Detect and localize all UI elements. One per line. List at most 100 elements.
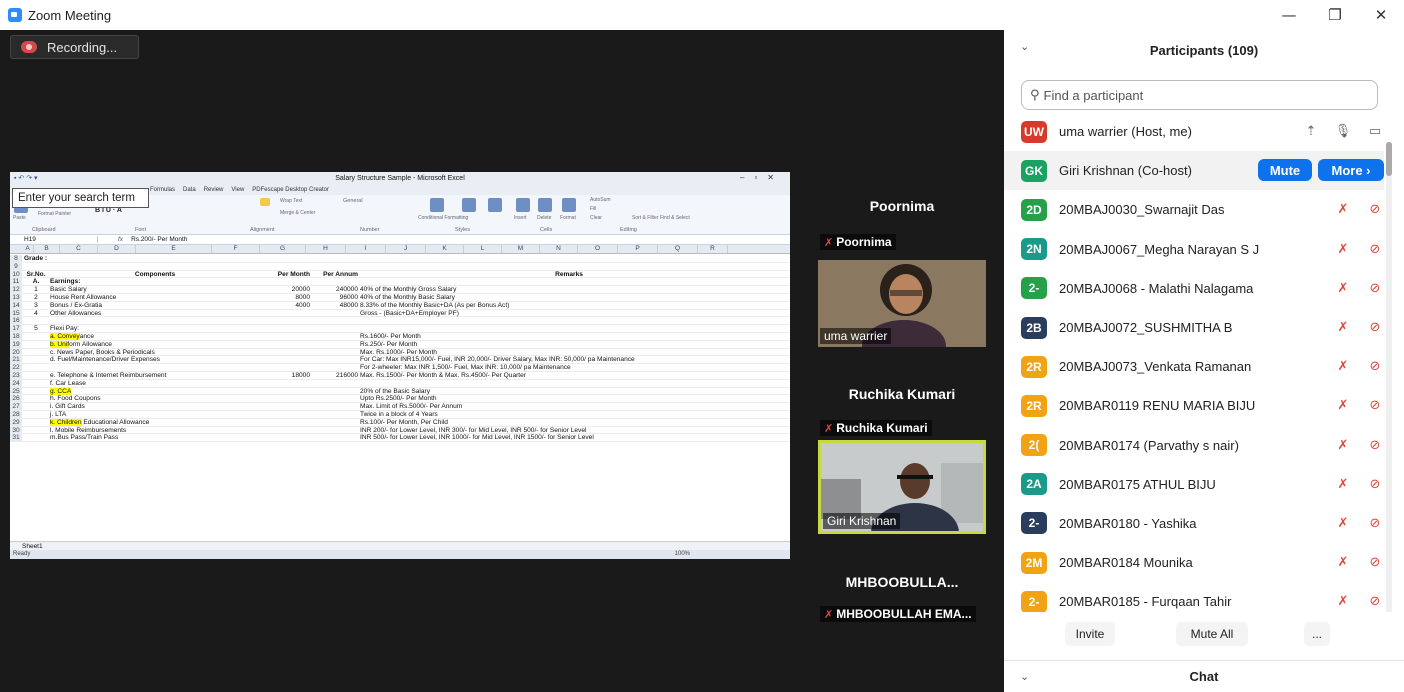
tab-pdfescape[interactable]: PDFescape Desktop Creator <box>252 187 329 193</box>
delete-cells-icon[interactable] <box>538 198 552 212</box>
sheet-cell[interactable] <box>22 372 48 379</box>
share-icon[interactable]: ⇡ <box>1302 123 1320 139</box>
sheet-cell[interactable] <box>48 317 260 324</box>
sheet-cell[interactable]: INR 200/- for Lower Level, INR 300/- for… <box>358 427 778 434</box>
sheet-cell[interactable]: Per Annum <box>310 271 358 278</box>
sheet-cell[interactable]: 4 <box>22 310 48 317</box>
column-header[interactable]: R <box>698 245 728 253</box>
sheet-cell[interactable] <box>260 278 310 285</box>
chevron-down-icon[interactable]: ⌄ <box>1020 40 1029 53</box>
sheet-row[interactable]: 27 i. Gift Cards Max. Limit of Rs.5000/- P… <box>10 403 790 411</box>
sheet-cell[interactable] <box>260 255 310 262</box>
tab-formulas[interactable]: Formulas <box>150 187 175 193</box>
sheet-row[interactable]: 18 a. Conveyance Rs.1600/- Per Month <box>10 332 790 341</box>
participant-row[interactable]: 2R 20MBAJ0073_Venkata Ramanan ✗ ⊘ <box>1004 347 1384 386</box>
column-header[interactable]: L <box>464 245 502 253</box>
sheet-cell[interactable]: INR 500/- for Lower Level, INR 1000/- fo… <box>358 434 778 441</box>
column-header[interactable]: B <box>34 245 60 253</box>
sheet-cell[interactable]: For Car: Max INR15,000/- Fuel, INR 20,00… <box>358 356 778 363</box>
sheet-cell[interactable] <box>310 263 358 270</box>
sheet-cell[interactable]: Rs.100/- Per Month, Per Child <box>358 419 778 426</box>
sheet-cell[interactable] <box>22 419 48 426</box>
recording-indicator[interactable]: Recording... <box>10 35 139 59</box>
sheet-cell[interactable]: k. Children Educational Allowance <box>48 418 260 426</box>
sheet-cell[interactable] <box>310 395 358 402</box>
tab-view[interactable]: View <box>231 187 244 193</box>
sheet-cell[interactable] <box>260 341 310 348</box>
sheet-cell[interactable]: g. CCA <box>48 387 260 395</box>
sheet-cell[interactable]: j. LTA <box>48 411 260 418</box>
sheet-cell[interactable] <box>22 395 48 402</box>
sheet-cell[interactable]: 48000 <box>310 302 358 309</box>
video-tile-uma-warrier[interactable]: uma warrier <box>818 260 986 347</box>
tab-review[interactable]: Review <box>204 187 224 193</box>
clear-label[interactable]: Clear <box>590 215 602 233</box>
sheet-cell[interactable] <box>22 427 48 434</box>
sheet-cell[interactable] <box>22 364 48 371</box>
video-tile[interactable]: MHBOOBULLA... ✗ MHBOOBULLAH EMA... <box>818 544 986 622</box>
sheet-cell[interactable] <box>260 349 310 356</box>
invite-button[interactable]: Invite <box>1065 622 1115 646</box>
sheet-cell[interactable]: d. Fuel/Maintenance/Driver Expenses <box>48 356 260 363</box>
column-header[interactable]: K <box>426 245 464 253</box>
sheet-row[interactable]: 17 5 Flexi Pay: <box>10 325 790 333</box>
font-format-icons[interactable]: B I U · A <box>95 207 122 233</box>
sheet-cell[interactable] <box>310 411 358 418</box>
sheet-cell[interactable] <box>22 434 48 441</box>
sheet-cell[interactable]: i. Gift Cards <box>48 403 260 410</box>
sheet-cell[interactable] <box>260 364 310 371</box>
sheet-cell[interactable]: b. Uniform Allowance <box>48 340 260 348</box>
sheet-cell[interactable] <box>358 263 778 270</box>
sheet-cell[interactable]: Flexi Pay: <box>48 325 260 332</box>
sheet-cell[interactable]: Other Allowances <box>48 310 260 317</box>
sheet-cell[interactable] <box>358 380 778 387</box>
column-header[interactable]: I <box>346 245 386 253</box>
sheet-cell[interactable] <box>310 403 358 410</box>
format-table-icon[interactable] <box>462 198 476 212</box>
participant-row[interactable]: 2A 20MBAR0175 ATHUL BIJU ✗ ⊘ <box>1004 465 1384 504</box>
sheet-cell[interactable]: 240000 <box>310 286 358 293</box>
sheet-row[interactable]: 31 m.Bus Pass/Train Pass INR 500/- for Low… <box>10 434 790 443</box>
video-tile[interactable]: Poornima ✗ Poornima <box>818 168 986 250</box>
sheet-cell[interactable]: h. Food Coupons <box>48 395 260 402</box>
participant-row[interactable]: 2- 20MBAR0180 - Yashika ✗ ⊘ <box>1004 504 1384 543</box>
sheet-cell[interactable]: Remarks <box>358 271 778 278</box>
zoom-level[interactable]: 100% <box>675 550 690 559</box>
sheet-cell[interactable] <box>22 263 48 270</box>
sheet-cell[interactable]: c. News Paper, Books & Periodicals <box>48 349 260 356</box>
mute-all-button[interactable]: Mute All <box>1176 622 1248 646</box>
sheet-row[interactable]: 24 f. Car Lease <box>10 379 790 388</box>
more-button[interactable]: More › <box>1318 159 1384 182</box>
participant-list-scrollbar[interactable] <box>1386 142 1392 612</box>
sheet-cell[interactable]: 40% of the Monthly Gross Salary <box>358 286 778 293</box>
fill-color-icon[interactable] <box>260 198 270 206</box>
sheet-cell[interactable] <box>48 364 260 371</box>
sheet-cell[interactable] <box>310 356 358 363</box>
sheet-row[interactable]: 19 b. Uniform Allowance Rs.250/- Per Month <box>10 340 790 349</box>
sheet-cell[interactable] <box>22 403 48 410</box>
insert-cells-icon[interactable] <box>516 198 530 212</box>
sheet-cell[interactable] <box>260 325 310 332</box>
sheet-cell[interactable] <box>310 388 358 395</box>
participant-row[interactable]: 2(20MBAR0174 (Parvathy s nair) ✗ ⊘ <box>1004 426 1384 465</box>
participant-row[interactable]: 2N 20MBAJ0067_Megha Narayan S J ✗ ⊘ <box>1004 230 1384 269</box>
sheet-row[interactable]: 14 3 Bonus / Ex-Gratia 4000 48000 8.33% of th… <box>10 301 790 310</box>
sheet-row[interactable]: 29 k. Children Educational Allowance Rs.10… <box>10 418 790 427</box>
sheet-row[interactable]: 22 For 2-wheeler: Max INR 1,500/- Fuel, M… <box>10 364 790 372</box>
sheet-cell[interactable] <box>310 341 358 348</box>
formula-input[interactable]: Rs.200/- Per Month <box>131 236 187 243</box>
mic-icon[interactable]: 🎙 <box>1334 123 1352 139</box>
sheet-cell[interactable] <box>22 349 48 356</box>
sheet-cell[interactable] <box>48 255 260 262</box>
column-header[interactable]: D <box>98 245 136 253</box>
sheet-row[interactable]: 26 h. Food Coupons Upto Rs.2500/- Per Mont… <box>10 395 790 404</box>
minimize-button[interactable]: — <box>1266 0 1312 30</box>
sheet-cell[interactable] <box>22 317 48 324</box>
column-header[interactable]: J <box>386 245 426 253</box>
sheet-row[interactable]: 13 2 House Rent Allowance 8000 96000 40% of t… <box>10 293 790 302</box>
sheet-cell[interactable]: A. <box>22 278 48 285</box>
participant-list[interactable]: UW uma warrier (Host, me) ⇡ 🎙 ▭ GK Giri Krishn… <box>1004 112 1384 612</box>
sheet-cell[interactable] <box>310 325 358 332</box>
participant-row[interactable]: GK Giri Krishnan (Co-host) Mute More › <box>1004 151 1384 191</box>
sheet-cell[interactable]: 8000 <box>260 294 310 301</box>
